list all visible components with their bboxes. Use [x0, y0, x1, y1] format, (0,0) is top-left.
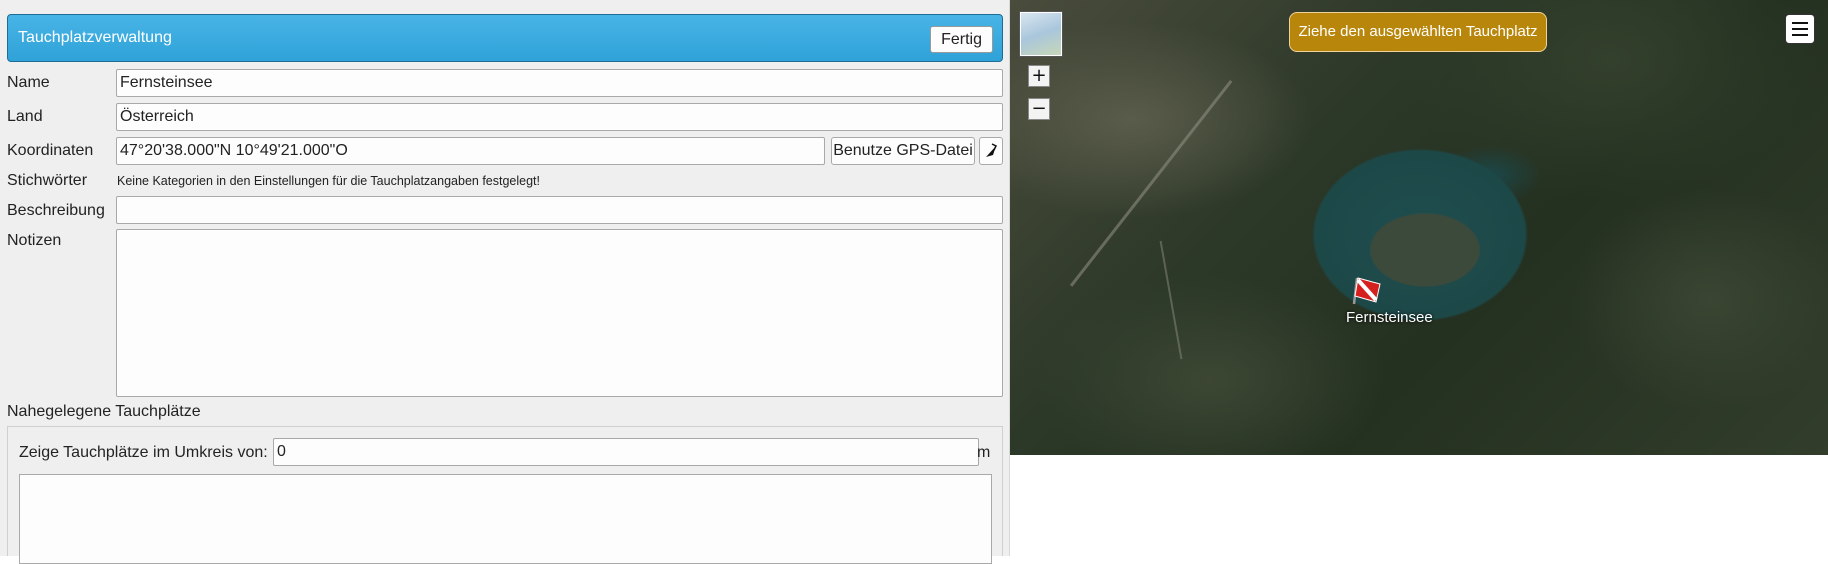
country-label: Land [7, 108, 43, 125]
map-imagery [1010, 0, 1828, 455]
name-label: Name [7, 74, 50, 91]
description-label: Beschreibung [7, 202, 105, 219]
coordinates-input[interactable]: 47°20'38.000"N 10°49'21.000"O [116, 137, 825, 165]
panel-header: Tauchplatzverwaltung Fertig [7, 14, 1003, 62]
hamburger-menu-icon[interactable] [1785, 14, 1815, 44]
done-button[interactable]: Fertig [930, 26, 993, 53]
gps-locate-button[interactable] [979, 137, 1003, 165]
dive-site-panel: Tauchplatzverwaltung Fertig Name Fernste… [0, 0, 1010, 564]
radius-input[interactable]: 0 [273, 438, 979, 466]
map-thumbnail-icon[interactable] [1020, 12, 1062, 56]
tags-hint: Keine Kategorien in den Einstellungen fü… [117, 174, 540, 188]
tags-label: Stichwörter [7, 172, 88, 189]
nearby-sites-title: Nahegelegene Tauchplätze [7, 403, 201, 420]
zoom-out-button[interactable]: − [1028, 98, 1050, 120]
gps-arrow-icon [986, 143, 998, 157]
satellite-map[interactable]: + − [1010, 0, 1828, 455]
zoom-in-button[interactable]: + [1028, 65, 1050, 87]
notes-label: Notizen [7, 232, 62, 249]
name-input[interactable]: Fernsteinsee [116, 69, 1003, 97]
panel-title: Tauchplatzverwaltung [18, 29, 172, 46]
radius-unit: m [977, 444, 991, 461]
drag-site-banner: Ziehe den ausgewählten Tauchplatz [1289, 12, 1547, 52]
notes-textarea[interactable] [116, 229, 1003, 397]
country-input[interactable]: Österreich [116, 103, 1003, 131]
dive-flag-icon[interactable] [1348, 272, 1388, 308]
use-gps-file-button[interactable]: Benutze GPS-Datei [831, 137, 975, 165]
nearby-sites-group: Zeige Tauchplätze im Umkreis von: 0 m [7, 426, 1003, 564]
radius-label: Zeige Tauchplätze im Umkreis von: [19, 444, 268, 461]
marker-label: Fernsteinsee [1346, 309, 1433, 326]
nearby-sites-list[interactable] [19, 474, 992, 564]
coordinates-label: Koordinaten [7, 142, 94, 159]
description-input[interactable] [116, 196, 1003, 224]
